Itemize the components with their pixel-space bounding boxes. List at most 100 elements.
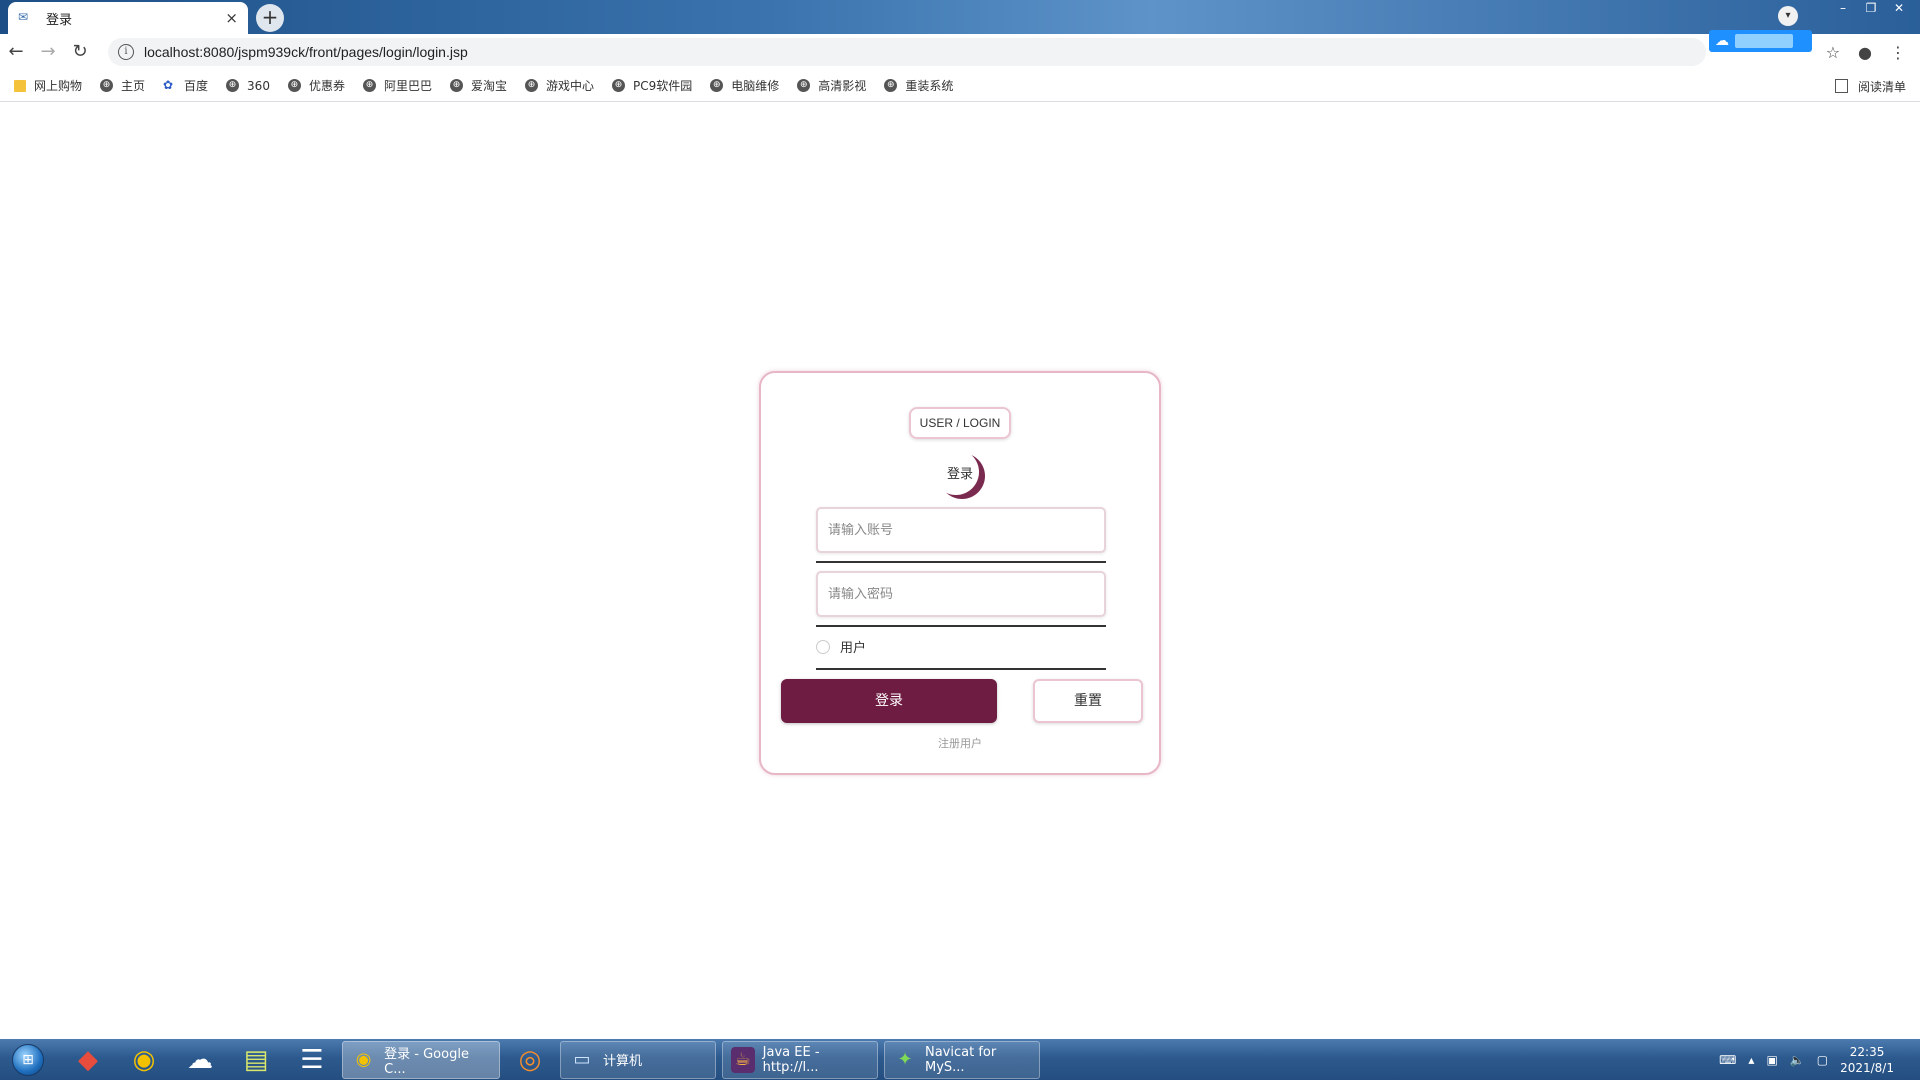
bookmark-item[interactable]: ⊕ 重装系统 (884, 77, 953, 94)
login-button[interactable]: 登录 (781, 679, 997, 723)
reading-list-button[interactable]: 阅读清单 (1834, 70, 1906, 102)
page-content: USER / LOGIN 登录 用户 登录 重置 注册用户 (0, 103, 1920, 1039)
task-label: Navicat for MyS... (924, 1044, 997, 1075)
clock[interactable]: 22:35 2021/8/1 (1840, 1044, 1894, 1076)
tab-search-icon[interactable]: ▾ (1778, 6, 1798, 26)
reset-button[interactable]: 重置 (1033, 679, 1143, 723)
bookmark-label: 百度 (184, 79, 209, 93)
browser-titlebar: ✉ 登录 × + ▾ – ❐ ✕ (0, 0, 1920, 34)
task-label: Java EE - http://l... (762, 1044, 820, 1075)
tab-close-icon[interactable]: × (225, 9, 238, 27)
pinned-app-icon[interactable]: ◆ (64, 1041, 112, 1079)
register-link[interactable]: 注册用户 (761, 735, 1159, 751)
globe-icon: ⊕ (449, 79, 463, 92)
action-center-icon[interactable]: ▢ (1817, 1053, 1828, 1067)
role-radio[interactable] (816, 639, 830, 654)
maximize-button[interactable]: ❐ (1858, 0, 1884, 18)
globe-icon: ⊕ (612, 79, 626, 92)
show-hidden-icons-icon[interactable]: ▴ (1748, 1053, 1754, 1067)
address-bar[interactable]: i localhost:8080/jspm939ck/front/pages/l… (108, 38, 1706, 66)
address-url[interactable]: localhost:8080/jspm939ck/front/pages/log… (144, 44, 468, 60)
globe-icon: ⊕ (100, 79, 114, 92)
bookmark-label: 爱淘宝 (470, 79, 507, 93)
taskbar-item-computer[interactable]: ▭ 计算机 (560, 1040, 716, 1079)
baidu-paw-icon: ✿ (163, 78, 174, 92)
close-window-button[interactable]: ✕ (1886, 0, 1912, 18)
password-input[interactable] (828, 586, 1104, 602)
role-selector[interactable]: 用户 (816, 637, 866, 656)
bookmark-item[interactable]: ✿ 百度 (163, 77, 208, 94)
bookmark-item[interactable]: ⊕ 爱淘宝 (449, 77, 507, 94)
chrome-pinned-icon[interactable]: ◉ (120, 1041, 168, 1079)
profile-icon[interactable]: ● (1858, 43, 1872, 62)
folder-icon (14, 79, 26, 92)
keyboard-icon[interactable]: ⌨ (1719, 1053, 1736, 1067)
bookmark-item[interactable]: ⊕ 游戏中心 (525, 77, 594, 94)
bookmark-label: 游戏中心 (546, 79, 595, 93)
bookmark-label: 优惠券 (308, 79, 345, 93)
new-tab-button[interactable]: + (256, 4, 284, 32)
start-button[interactable]: ⊞ (6, 1039, 50, 1080)
system-tray: ⌨ ▴ ▣ 🔈 ▢ 22:35 2021/8/1 (1719, 1039, 1920, 1080)
bookmark-label: 网上购物 (34, 79, 83, 93)
login-title-badge: 登录 (937, 453, 987, 499)
minimize-button[interactable]: – (1830, 0, 1856, 18)
task-label: 计算机 (603, 1054, 643, 1069)
account-input[interactable] (828, 522, 1104, 538)
password-field[interactable] (816, 571, 1106, 617)
forward-icon[interactable]: → (32, 36, 64, 68)
globe-icon: ⊕ (362, 79, 376, 92)
browser-toolbar: ← → ↻ i localhost:8080/jspm939ck/front/p… (0, 34, 1920, 70)
reload-icon[interactable]: ↻ (64, 36, 96, 68)
role-label: 用户 (840, 641, 867, 656)
login-card: USER / LOGIN 登录 用户 登录 重置 注册用户 (759, 371, 1161, 775)
extension-badge[interactable]: ☁ (1709, 30, 1812, 52)
bookmark-label: 阿里巴巴 (383, 79, 432, 93)
volume-icon[interactable]: 🔈 (1790, 1053, 1805, 1067)
globe-icon: ⊕ (710, 79, 724, 92)
bookmarks-bar: 网上购物 ⊕ 主页 ✿ 百度 ⊕ 360 ⊕ 优惠券 ⊕ 阿里巴巴 ⊕ 爱淘宝 ⊕ 游戏中心 … (0, 70, 1920, 102)
browser-pinned-icon[interactable]: ◎ (506, 1041, 554, 1079)
role-underline (816, 668, 1106, 670)
bookmark-item[interactable]: ⊕ 主页 (100, 77, 145, 94)
network-icon[interactable]: ▣ (1766, 1053, 1777, 1067)
baidu-cloud-icon[interactable]: ☁ (176, 1041, 224, 1079)
bookmark-item[interactable]: ⊕ 阿里巴巴 (362, 77, 432, 94)
bookmark-item[interactable]: ⊕ 高清影视 (797, 77, 866, 94)
notepad-icon[interactable]: ▤ (232, 1041, 280, 1079)
browser-tab[interactable]: ✉ 登录 × (8, 2, 248, 34)
extension-label (1735, 34, 1793, 48)
bookmark-item[interactable]: ⊕ PC9软件园 (612, 77, 692, 94)
taskbar-item-chrome[interactable]: ◉ 登录 - Google C... (342, 1040, 500, 1079)
bookmark-label: 360 (247, 78, 270, 93)
globe-icon: ⊕ (884, 79, 898, 92)
menu-icon[interactable]: ⋮ (1890, 43, 1906, 62)
clock-time: 22:35 (1849, 1044, 1885, 1059)
globe-icon: ⊕ (797, 79, 811, 92)
account-field[interactable] (816, 507, 1106, 553)
bookmark-label: PC9软件园 (633, 79, 693, 93)
taskbar-item-eclipse[interactable]: ☕ Java EE - http://l... (722, 1040, 878, 1079)
task-label: 登录 - Google C... (384, 1046, 469, 1077)
bookmark-label: 主页 (121, 79, 146, 93)
toolbar-right: ☆ ● ⋮ (1826, 34, 1920, 70)
bookmark-item[interactable]: ⊕ 优惠券 (287, 77, 345, 94)
bookmark-star-icon[interactable]: ☆ (1826, 43, 1840, 62)
password-underline (816, 625, 1106, 627)
account-underline (816, 561, 1106, 563)
bookmark-item[interactable]: 网上购物 (14, 77, 82, 94)
windows-logo-icon: ⊞ (12, 1043, 44, 1076)
bookmark-item[interactable]: ⊕ 电脑维修 (710, 77, 779, 94)
clock-date: 2021/8/1 (1840, 1060, 1894, 1075)
site-info-icon[interactable]: i (118, 44, 134, 60)
back-icon[interactable]: ← (0, 36, 32, 68)
reading-list-icon (1834, 79, 1848, 93)
globe-icon: ⊕ (525, 79, 538, 92)
navicat-icon: ✦ (897, 1048, 913, 1070)
file-manager-icon[interactable]: ☰ (288, 1041, 336, 1079)
chrome-icon: ◉ (355, 1048, 372, 1070)
taskbar-item-navicat[interactable]: ✦ Navicat for MyS... (884, 1040, 1040, 1079)
computer-icon: ▭ (573, 1048, 591, 1070)
globe-icon: ⊕ (287, 79, 301, 92)
bookmark-item[interactable]: ⊕ 360 (226, 79, 270, 93)
